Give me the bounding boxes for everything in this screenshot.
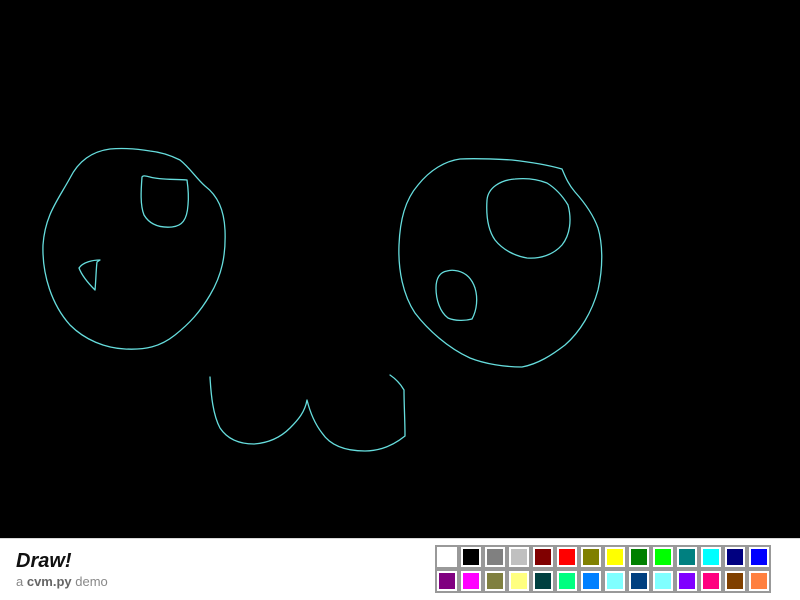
- color-swatch-fill: [629, 571, 649, 591]
- color-swatch-fill: [461, 547, 481, 567]
- drawing-canvas[interactable]: [0, 0, 800, 538]
- color-swatch-22[interactable]: [627, 569, 651, 593]
- color-swatch-fill: [653, 547, 673, 567]
- color-swatch-5[interactable]: [555, 545, 579, 569]
- app-subtitle: a cvm.py demo: [16, 574, 108, 590]
- color-swatch-15[interactable]: [459, 569, 483, 593]
- stroke-right-eye-small-highlight: [435, 269, 478, 322]
- color-swatch-fill: [461, 571, 481, 591]
- app-title: Draw!: [16, 550, 72, 572]
- draw-app: Draw! a cvm.py demo: [0, 0, 800, 600]
- footer-toolbar: Draw! a cvm.py demo: [0, 538, 800, 600]
- color-swatch-6[interactable]: [579, 545, 603, 569]
- color-swatch-fill: [485, 571, 505, 591]
- color-swatch-fill: [725, 547, 745, 567]
- color-swatch-14[interactable]: [435, 569, 459, 593]
- color-swatch-25[interactable]: [699, 569, 723, 593]
- color-swatch-fill: [437, 547, 457, 567]
- color-swatch-fill: [677, 571, 697, 591]
- color-swatch-26[interactable]: [723, 569, 747, 593]
- color-swatch-fill: [725, 571, 745, 591]
- color-swatch-8[interactable]: [627, 545, 651, 569]
- color-swatch-fill: [581, 547, 601, 567]
- color-swatch-fill: [533, 547, 553, 567]
- color-swatch-fill: [749, 547, 769, 567]
- color-swatch-1[interactable]: [459, 545, 483, 569]
- color-swatch-27[interactable]: [747, 569, 771, 593]
- color-swatch-fill: [701, 571, 721, 591]
- color-swatch-19[interactable]: [555, 569, 579, 593]
- subtitle-prefix: a: [16, 574, 27, 589]
- color-swatch-fill: [653, 571, 673, 591]
- color-swatch-16[interactable]: [483, 569, 507, 593]
- color-swatch-fill: [509, 547, 529, 567]
- drawn-strokes: [42, 147, 603, 452]
- stroke-right-eye-outline: [398, 157, 603, 368]
- color-swatch-fill: [605, 571, 625, 591]
- color-swatch-fill: [581, 571, 601, 591]
- stroke-left-eye-highlight: [140, 175, 190, 228]
- color-swatch-fill: [485, 547, 505, 567]
- color-swatch-2[interactable]: [483, 545, 507, 569]
- color-swatch-10[interactable]: [675, 545, 699, 569]
- color-swatch-9[interactable]: [651, 545, 675, 569]
- color-palette: [435, 545, 775, 593]
- color-swatch-12[interactable]: [723, 545, 747, 569]
- stroke-left-eye-small-highlight: [78, 259, 101, 291]
- color-swatch-18[interactable]: [531, 569, 555, 593]
- color-swatch-fill: [437, 571, 457, 591]
- subtitle-suffix: demo: [71, 574, 108, 589]
- color-swatch-fill: [509, 571, 529, 591]
- color-swatch-20[interactable]: [579, 569, 603, 593]
- color-swatch-21[interactable]: [603, 569, 627, 593]
- stroke-right-eye-highlight: [486, 177, 571, 259]
- color-swatch-fill: [701, 547, 721, 567]
- stroke-mouth: [209, 374, 406, 452]
- color-swatch-4[interactable]: [531, 545, 555, 569]
- stroke-left-eye-outline: [42, 147, 226, 350]
- color-swatch-fill: [629, 547, 649, 567]
- color-swatch-fill: [557, 547, 577, 567]
- drawing-surface[interactable]: [0, 0, 800, 538]
- color-swatch-17[interactable]: [507, 569, 531, 593]
- subtitle-brand: cvm.py: [26, 574, 72, 589]
- color-swatch-fill: [557, 571, 577, 591]
- color-swatch-7[interactable]: [603, 545, 627, 569]
- color-swatch-3[interactable]: [507, 545, 531, 569]
- color-swatch-fill: [749, 571, 769, 591]
- color-swatch-fill: [533, 571, 553, 591]
- color-swatch-24[interactable]: [675, 569, 699, 593]
- color-swatch-23[interactable]: [651, 569, 675, 593]
- color-swatch-13[interactable]: [747, 545, 771, 569]
- color-swatch-11[interactable]: [699, 545, 723, 569]
- color-swatch-0[interactable]: [435, 545, 459, 569]
- color-swatch-fill: [677, 547, 697, 567]
- color-swatch-fill: [605, 547, 625, 567]
